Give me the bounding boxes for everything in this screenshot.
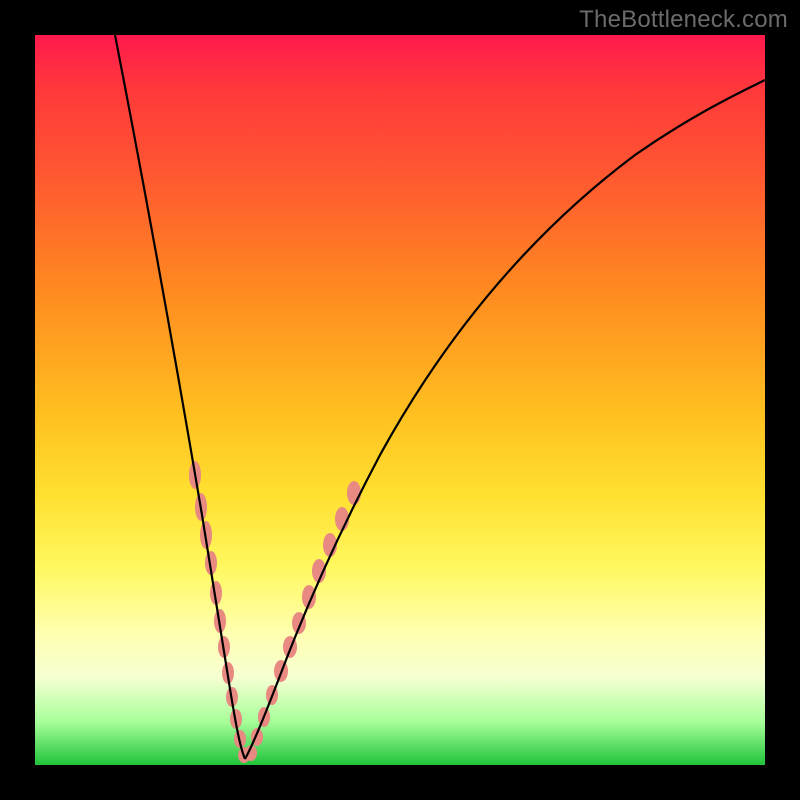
chart-frame: TheBottleneck.com <box>0 0 800 800</box>
watermark-text: TheBottleneck.com <box>579 6 788 34</box>
curve-layer <box>35 35 765 765</box>
plot-area <box>35 35 765 765</box>
highlight-bead <box>347 481 361 505</box>
bead-group-left <box>189 461 250 763</box>
curve-right-branch <box>245 80 765 759</box>
